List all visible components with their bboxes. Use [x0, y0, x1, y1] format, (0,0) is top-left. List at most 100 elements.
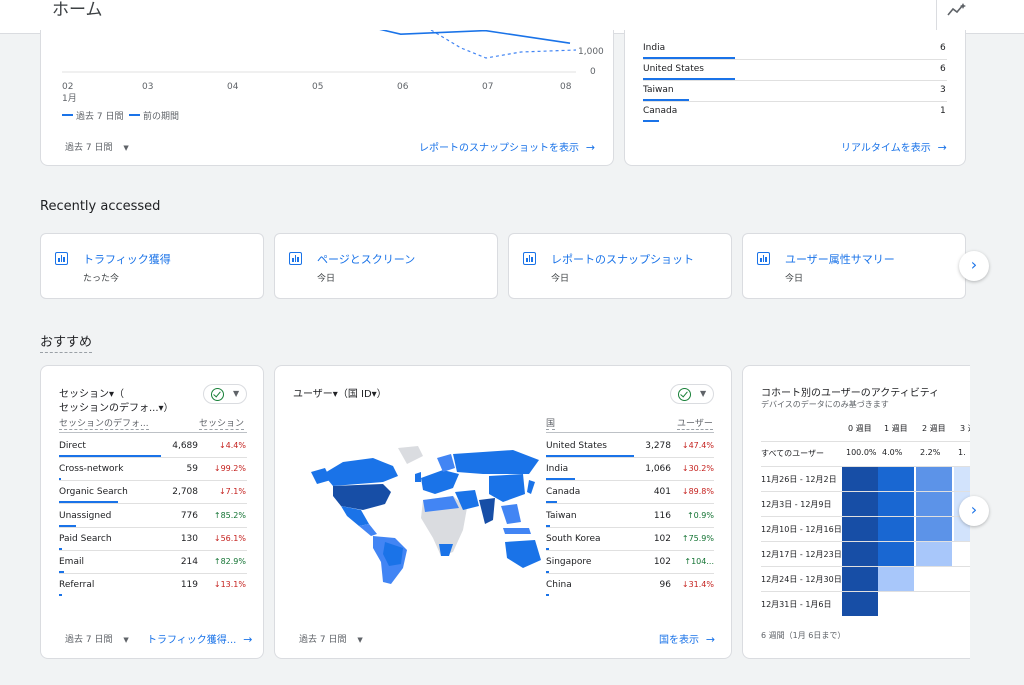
all-users-value: 4.0%: [882, 448, 903, 457]
view-countries-link[interactable]: 国を表示 →: [659, 631, 715, 646]
cohort-week-header: 1 週目: [884, 424, 908, 433]
row-divider: [546, 457, 714, 458]
y-tick: 0: [590, 67, 596, 77]
date-range-select[interactable]: 過去 7 日間 ▼: [65, 140, 129, 153]
report-icon-bar: [63, 257, 65, 262]
recommended-next-button[interactable]: ›: [959, 496, 989, 526]
map-united-states: [333, 484, 391, 510]
insights-icon[interactable]: [946, 2, 968, 18]
view-realtime-link[interactable]: リアルタイムを表示 →: [841, 139, 947, 154]
date-range-select[interactable]: 過去 7 日間 ▼: [65, 632, 129, 645]
realtime-value: 3: [940, 85, 946, 95]
users-title[interactable]: ユーザー▾（国 ID▾）: [293, 385, 387, 400]
recent-item-time: 今日: [551, 274, 570, 284]
sessions-title-line2[interactable]: セッションのデフォ...▾）: [59, 399, 174, 414]
legend-current: 過去 7 日間: [76, 112, 124, 122]
row-bar: [59, 594, 63, 597]
map-indonesia: [503, 528, 531, 534]
row-change: ↓31.4%: [681, 580, 714, 590]
cohort-cell[interactable]: [916, 542, 952, 566]
cohort-footer: 6 週間（1月 6日まで）: [761, 631, 846, 640]
cohort-cell[interactable]: [916, 467, 952, 491]
chevron-down-icon: ▼: [700, 389, 707, 398]
cohort-cell[interactable]: [842, 542, 878, 566]
arrow-right-icon: →: [937, 141, 947, 154]
row-value: 102: [653, 533, 671, 544]
recent-item-name: トラフィック獲得: [83, 253, 171, 266]
previous-period-line: [430, 30, 577, 59]
row-divider: [546, 573, 714, 574]
row-divider: [546, 526, 714, 528]
sessions-title-line1[interactable]: セッション▾（: [59, 385, 124, 400]
map-uk: [415, 472, 421, 482]
cohort-cell[interactable]: [842, 517, 878, 541]
report-icon-bar: [765, 257, 767, 262]
cohort-cell[interactable]: [878, 517, 914, 541]
recent-item[interactable]: レポートのスナップショット 今日: [508, 233, 732, 299]
report-icon-bar: [531, 257, 533, 262]
cohort-cell[interactable]: [842, 492, 878, 516]
cohort-cell[interactable]: [878, 567, 914, 591]
check-circle-icon: [211, 388, 224, 401]
recent-item[interactable]: ページとスクリーン 今日: [274, 233, 498, 299]
cohort-cell[interactable]: [842, 567, 878, 591]
row-dimension: United States: [546, 441, 607, 451]
cohort-cell[interactable]: [878, 492, 914, 516]
cohort-cell[interactable]: [878, 542, 914, 566]
recently-accessed-title: Recently accessed: [40, 199, 161, 214]
view-snapshot-link[interactable]: レポートのスナップショットを表示 →: [419, 139, 595, 154]
date-range-label: 過去 7 日間: [299, 635, 347, 645]
recent-item[interactable]: トラフィック獲得 たった今: [40, 233, 264, 299]
recent-item-name: レポートのスナップショット: [551, 253, 694, 266]
cohort-cell[interactable]: [916, 492, 952, 516]
recent-item-name: ページとスクリーン: [317, 253, 416, 266]
cohort-cell[interactable]: [916, 517, 952, 541]
report-icon: [523, 252, 536, 265]
row-value: 96: [659, 580, 671, 591]
map-scandinavia: [437, 454, 455, 472]
map-japan: [527, 480, 535, 494]
row-change: ↓30.2%: [681, 464, 714, 474]
row-value: 214: [180, 557, 198, 567]
date-range-label: 過去 7 日間: [65, 635, 113, 645]
all-users-value: 2.2%: [920, 448, 941, 457]
x-tick: 05: [312, 82, 324, 92]
recent-item-time: たった今: [83, 274, 120, 284]
row-dimension: India: [546, 464, 569, 475]
view-traffic-link[interactable]: トラフィック獲得... →: [147, 631, 252, 646]
recent-item[interactable]: ユーザー属性サマリー 今日: [742, 233, 966, 299]
chevron-down-icon: ▼: [123, 636, 129, 644]
cohort-cell[interactable]: [878, 467, 914, 491]
report-icon-bar: [292, 258, 294, 262]
top-bar: ホーム: [0, 0, 1024, 34]
row-dimension: Email: [59, 557, 84, 567]
cohort-cell[interactable]: [842, 592, 878, 616]
report-icon-bar: [528, 255, 531, 262]
report-icon: [289, 252, 302, 265]
y-tick: 1,000: [578, 47, 604, 57]
row-value: 2,708: [172, 487, 198, 498]
date-range-select[interactable]: 過去 7 日間 ▼: [299, 632, 363, 645]
x-tick: 07: [482, 82, 494, 92]
row-value: 401: [653, 487, 671, 498]
cohort-subtitle: デバイスのデータにのみ基づきます: [761, 400, 889, 409]
column-header-metric[interactable]: ユーザー: [677, 416, 713, 430]
row-value: 102: [653, 557, 671, 567]
current-period-line: [379, 30, 571, 44]
column-header-dimension[interactable]: セッションのデフォ...: [59, 416, 149, 430]
realtime-value: 1: [940, 106, 946, 116]
report-icon-bar: [58, 258, 60, 262]
row-divider: [643, 80, 947, 81]
row-dimension: China: [546, 580, 572, 591]
comparison-toggle[interactable]: ▼: [203, 384, 247, 404]
comparison-toggle[interactable]: ▼: [670, 384, 714, 404]
overview-chart-card: 1,000 0 02 1月 03 04 05 06 07 08 過去 7 日間 …: [40, 30, 614, 166]
row-value: 116: [653, 510, 671, 521]
row-change: ↓99.2%: [213, 464, 246, 474]
column-header-metric[interactable]: セッション: [199, 416, 245, 430]
recent-next-button[interactable]: ›: [959, 251, 989, 281]
row-value: 59: [186, 464, 198, 475]
column-header-dimension[interactable]: 国: [546, 416, 556, 430]
cohort-cell[interactable]: [842, 467, 878, 491]
row-divider: [761, 441, 981, 442]
